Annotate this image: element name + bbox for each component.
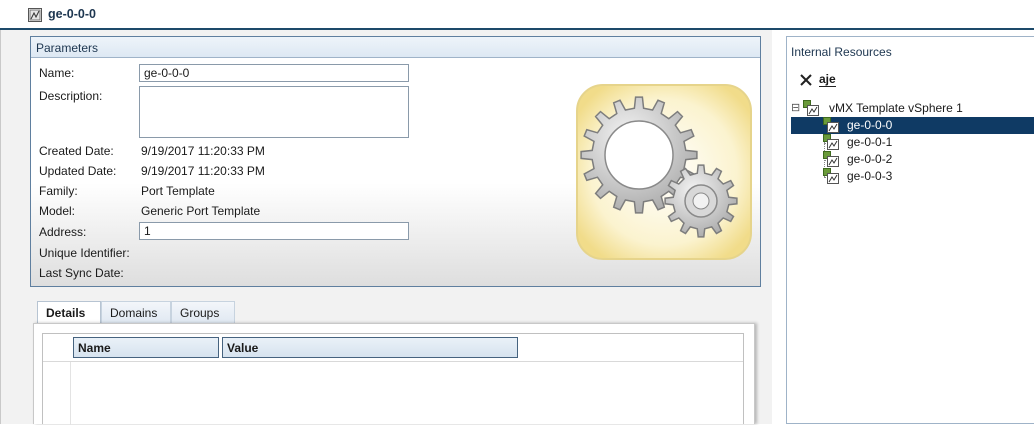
tab-groups[interactable]: Groups [171, 301, 235, 324]
tree-item-ge-0-0-1[interactable]: ge-0-0-1 [791, 134, 1031, 151]
description-label: Description: [39, 89, 103, 103]
updated-date-value: 9/19/2017 11:20:33 PM [141, 164, 265, 178]
gear-hub [604, 120, 674, 190]
device-template-icon [803, 100, 819, 116]
model-label: Model: [39, 204, 76, 218]
tree-item-ge-0-0-0[interactable]: ge-0-0-0 [791, 117, 1034, 134]
column-header-value[interactable]: Value [222, 337, 518, 358]
tab-domains[interactable]: Domains [101, 301, 171, 324]
internal-resources-title: Internal Resources [791, 45, 892, 59]
created-date-value: 9/19/2017 11:20:33 PM [141, 144, 265, 158]
port-template-icon [823, 117, 839, 133]
tree-item-label: ge-0-0-1 [847, 135, 893, 149]
port-template-icon [823, 134, 839, 150]
address-label: Address: [39, 225, 87, 239]
internal-resources-header: Internal Resources [787, 37, 1034, 66]
tab-details[interactable]: Details [37, 301, 101, 324]
gears-icon [576, 84, 752, 260]
close-icon[interactable] [799, 73, 813, 87]
tree-item-label: ge-0-0-0 [847, 118, 893, 132]
column-header-name[interactable]: Name [73, 337, 219, 358]
unique-identifier-label: Unique Identifier: [39, 246, 130, 260]
tree-collapse-toggle[interactable]: ⊟ [791, 100, 800, 117]
port-template-icon [28, 8, 42, 22]
window-title: ge-0-0-0 [48, 7, 96, 21]
internal-resources-panel: Internal Resources aje ⊟ vMX Template vS… [786, 36, 1034, 424]
tree-item-ge-0-0-3[interactable]: ge-0-0-3 [791, 168, 1031, 185]
last-sync-date-label: Last Sync Date: [39, 266, 124, 280]
rename-icon[interactable]: aje [819, 72, 836, 87]
port-template-icon [823, 151, 839, 167]
tree-item-label: vMX Template vSphere 1 [829, 101, 963, 115]
tree-item-root[interactable]: ⊟ vMX Template vSphere 1 [791, 100, 1031, 117]
parameters-header: Parameters [31, 37, 760, 58]
grid-row-gutter [70, 362, 71, 425]
family-label: Family: [39, 184, 78, 198]
model-value: Generic Port Template [141, 204, 261, 218]
created-date-label: Created Date: [39, 144, 114, 158]
internal-resources-toolbar: aje [787, 71, 1034, 91]
parameters-title: Parameters [36, 41, 99, 55]
address-field[interactable]: 1 [139, 222, 409, 240]
details-grid[interactable]: Name Value [42, 333, 744, 425]
port-template-icon [823, 168, 839, 184]
family-value: Port Template [141, 184, 215, 198]
description-field[interactable] [139, 86, 409, 138]
gear-axle [692, 192, 710, 210]
tree-item-ge-0-0-2[interactable]: ge-0-0-2 [791, 151, 1031, 168]
tree-item-label: ge-0-0-2 [847, 152, 893, 166]
tree-item-label: ge-0-0-3 [847, 169, 893, 183]
updated-date-label: Updated Date: [39, 164, 117, 178]
title-bar: ge-0-0-0 [0, 0, 1034, 30]
name-label: Name: [39, 66, 75, 80]
name-field[interactable]: ge-0-0-0 [139, 64, 409, 82]
grid-header-divider [43, 361, 743, 362]
